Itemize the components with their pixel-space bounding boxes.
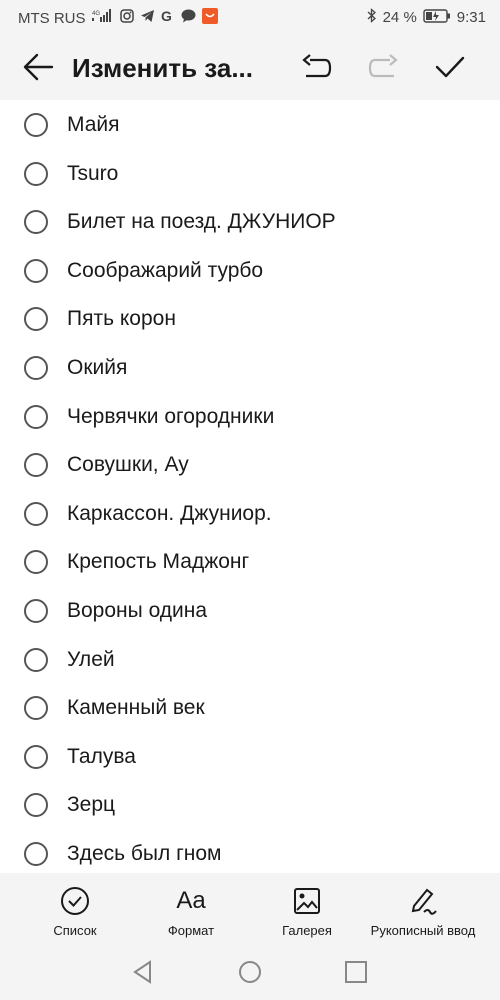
format-icon-text: Aa: [176, 887, 206, 914]
checklist-item[interactable]: Совушки, Ау: [0, 445, 500, 493]
checklist-checkbox[interactable]: [24, 550, 48, 575]
checkmark-icon: [435, 56, 465, 78]
format-tool-button[interactable]: Aa Формат: [131, 885, 251, 945]
handwriting-tool-label: Рукописный ввод: [370, 923, 476, 938]
checklist-checkbox[interactable]: [24, 501, 48, 526]
checklist-item-label[interactable]: Улей: [67, 648, 115, 672]
checklist-item[interactable]: Майя: [0, 105, 500, 153]
checklist-checkbox[interactable]: [24, 793, 48, 818]
svg-text:G: G: [161, 9, 172, 23]
gallery-tool-label: Галерея: [282, 923, 332, 938]
checklist-item-label[interactable]: Майя: [67, 113, 120, 137]
bluetooth-icon: [367, 8, 377, 27]
network-type: 4G: [92, 11, 100, 17]
checklist-item[interactable]: Здесь был гном: [0, 834, 500, 873]
editor-toolbar: Список Aa Формат Галерея Рукописный ввод: [0, 873, 500, 949]
checklist-checkbox[interactable]: [24, 161, 48, 186]
text-format-icon: Aa: [131, 885, 251, 917]
checklist-item[interactable]: Каркассон. Джуниор.: [0, 494, 500, 542]
checklist-item-label[interactable]: Совушки, Ау: [67, 453, 189, 477]
checklist-item[interactable]: Билет на поезд. ДЖУНИОР: [0, 202, 500, 250]
checklist: Майя Tsuro Билет на поезд. ДЖУНИОР Сообража…: [0, 100, 500, 873]
checklist-item[interactable]: Окийя: [0, 348, 500, 396]
telegram-icon: [140, 9, 155, 27]
checklist-item-label[interactable]: Вороны одина: [67, 599, 207, 623]
page-title: Изменить за...: [72, 53, 253, 83]
checklist-checkbox[interactable]: [24, 842, 48, 866]
checklist-checkbox[interactable]: [24, 647, 48, 672]
checklist-item[interactable]: Каменный век: [0, 688, 500, 736]
checklist-item-label[interactable]: Tsuro: [67, 162, 118, 186]
checklist-item-label[interactable]: Каркассон. Джуниор.: [67, 502, 272, 526]
list-tool-button[interactable]: Список: [15, 885, 135, 945]
checklist-circle-icon: [61, 887, 89, 915]
checklist-item[interactable]: Пять корон: [0, 299, 500, 347]
redo-icon: [368, 54, 398, 78]
back-button[interactable]: [22, 52, 56, 82]
checklist-item-label[interactable]: Зерц: [67, 793, 115, 817]
checklist-item[interactable]: Зерц: [0, 785, 500, 833]
checklist-checkbox[interactable]: [24, 744, 48, 769]
checklist-item[interactable]: Талува: [0, 737, 500, 785]
checklist-checkbox[interactable]: [24, 453, 48, 478]
checklist-item[interactable]: Крепость Маджонг: [0, 542, 500, 590]
checklist-checkbox[interactable]: [24, 696, 48, 721]
checklist-item-label[interactable]: Каменный век: [67, 696, 205, 720]
clock: 9:31: [456, 9, 486, 26]
checklist-checkbox[interactable]: [24, 404, 48, 429]
undo-icon: [302, 54, 332, 78]
instagram-icon: [119, 9, 134, 27]
circle-home-icon: [239, 961, 261, 983]
checklist-item[interactable]: Вороны одина: [0, 591, 500, 639]
checklist-checkbox[interactable]: [24, 113, 48, 137]
app-bar: Изменить за...: [0, 34, 500, 100]
checklist-item[interactable]: Улей: [0, 640, 500, 688]
status-bar: MTS RUS 4G G 24 % 9:31: [0, 0, 500, 34]
back-arrow-icon: [23, 53, 54, 81]
checklist-item-label[interactable]: Соображарий турбо: [67, 259, 263, 283]
checklist-checkbox[interactable]: [24, 356, 48, 380]
system-navigation-bar: [0, 949, 500, 1000]
checklist-item-label[interactable]: Здесь был гном: [67, 842, 221, 866]
image-icon: [294, 888, 320, 914]
redo-button[interactable]: [368, 54, 400, 82]
checklist-item[interactable]: Червячки огородники: [0, 397, 500, 445]
checklist-checkbox[interactable]: [24, 599, 48, 623]
checklist-item-label[interactable]: Талува: [67, 745, 136, 769]
checklist-checkbox[interactable]: [24, 210, 48, 235]
checklist-item[interactable]: Tsuro: [0, 154, 500, 202]
square-recents-icon: [345, 961, 367, 983]
nav-back-button[interactable]: [130, 959, 156, 985]
checklist-item[interactable]: Соображарий турбо: [0, 251, 500, 299]
battery-icon: [423, 8, 451, 27]
pen-icon: [411, 888, 437, 915]
chat-bubble-icon: [181, 9, 196, 27]
nav-recents-button[interactable]: [343, 959, 369, 985]
checklist-item-label[interactable]: Крепость Маджонг: [67, 550, 249, 574]
checklist-checkbox[interactable]: [24, 307, 48, 332]
handwriting-tool-button[interactable]: Рукописный ввод: [363, 885, 483, 945]
list-tool-label: Список: [53, 923, 97, 938]
checklist-item-label[interactable]: Червячки огородники: [67, 405, 274, 429]
format-tool-label: Формат: [167, 923, 215, 938]
nav-home-button[interactable]: [237, 959, 263, 985]
triangle-back-icon: [133, 960, 151, 984]
undo-button[interactable]: [300, 54, 332, 82]
google-icon: G: [161, 8, 175, 27]
checklist-item-label[interactable]: Окийя: [67, 356, 127, 380]
checklist-checkbox[interactable]: [24, 258, 48, 283]
save-button[interactable]: [434, 52, 466, 82]
aliexpress-icon: [201, 8, 218, 28]
gallery-tool-button[interactable]: Галерея: [247, 885, 367, 945]
signal-icon: 4G: [91, 9, 114, 27]
carrier-name: MTS RUS: [18, 9, 86, 27]
checklist-item-label[interactable]: Пять корон: [67, 307, 176, 331]
battery-percent: 24 %: [382, 9, 417, 26]
checklist-item-label[interactable]: Билет на поезд. ДЖУНИОР: [67, 210, 336, 234]
